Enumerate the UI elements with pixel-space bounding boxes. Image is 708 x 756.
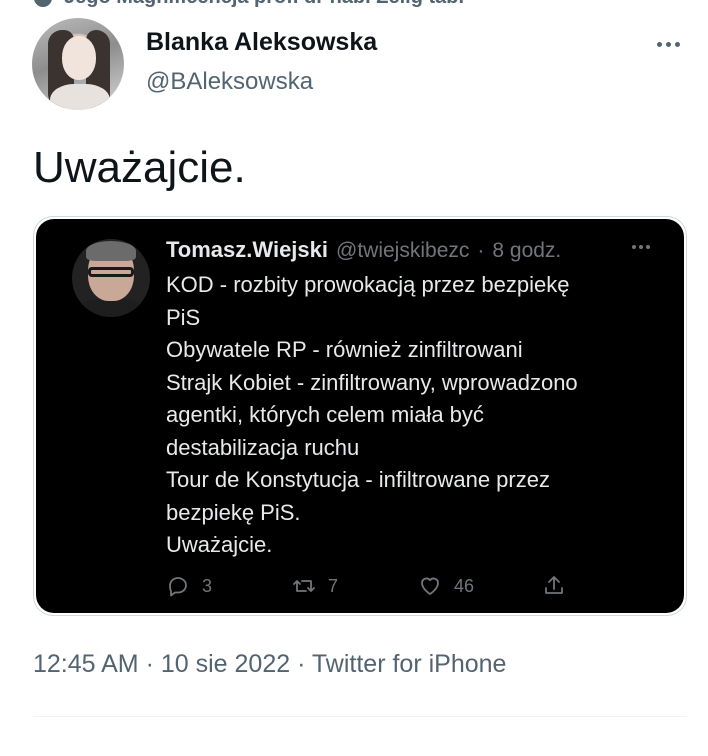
quoted-actions: 3 7 46 bbox=[166, 571, 586, 601]
quoted-line: bezpiekę PiS. bbox=[166, 499, 301, 525]
quoted-header: Tomasz.Wiejski @twiejskibezc · 8 godz. bbox=[166, 237, 664, 267]
author-display-name[interactable]: Blanka Aleksowska bbox=[146, 28, 377, 57]
quoted-line: Uważajcie. bbox=[166, 532, 273, 557]
more-dot-icon bbox=[656, 41, 662, 47]
quoted-line: Strajk Kobiet - zinfiltrowany, wprowadzo… bbox=[166, 369, 578, 395]
quoted-line: KOD - rozbity prowokacją przez bezpiekę bbox=[166, 272, 570, 297]
reply-action: 3 bbox=[166, 571, 212, 601]
quoted-line: Obywatele RP - również zinfiltrowani bbox=[166, 337, 523, 362]
retweet-icon bbox=[293, 580, 315, 592]
retweet-action: 7 bbox=[292, 571, 338, 601]
shield-icon bbox=[34, 0, 52, 7]
like-count: 46 bbox=[454, 575, 475, 596]
reply-count: 3 bbox=[202, 575, 213, 596]
more-dot-icon bbox=[674, 41, 680, 47]
quoted-line: destabilizacja ruchu bbox=[166, 434, 360, 460]
reply-icon bbox=[169, 577, 187, 597]
quoted-name: Tomasz.Wiejski bbox=[166, 237, 329, 262]
quoted-line: agentki, których celem miała być bbox=[166, 402, 484, 427]
quoted-handle: @twiejskibezc bbox=[336, 239, 470, 262]
tweet-date[interactable]: 10 sie 2022 bbox=[161, 650, 290, 678]
retweet-count: 7 bbox=[328, 575, 339, 596]
quoted-avatar bbox=[72, 239, 150, 317]
tweet-time[interactable]: 12:45 AM bbox=[33, 650, 139, 678]
quoted-tweet-card[interactable]: Tomasz.Wiejski @twiejskibezc · 8 godz. K… bbox=[33, 216, 687, 616]
quoted-separator: · bbox=[477, 239, 485, 262]
quoted-more-icon bbox=[632, 245, 650, 249]
avatar[interactable] bbox=[32, 18, 124, 110]
author-header: Blanka Aleksowska @BAleksowska bbox=[32, 18, 688, 110]
social-context-strip[interactable]: Jego Magnificencja prof. dr hab. Zelig t… bbox=[34, 0, 464, 8]
share-action bbox=[542, 571, 566, 601]
more-options-button[interactable] bbox=[650, 32, 686, 56]
quoted-text: KOD - rozbity prowokacją przez bezpiekę … bbox=[166, 269, 666, 562]
share-icon bbox=[545, 576, 563, 594]
divider bbox=[33, 716, 687, 717]
tweet-metadata: 12:45 AM · 10 sie 2022 · Twitter for iPh… bbox=[33, 650, 506, 679]
quoted-time: 8 godz. bbox=[492, 239, 562, 262]
author-handle[interactable]: @BAleksowska bbox=[146, 68, 313, 96]
tweet-page: Jego Magnificencja prof. dr hab. Zelig t… bbox=[0, 0, 708, 756]
more-dot-icon bbox=[665, 41, 671, 47]
quoted-line: PiS bbox=[166, 304, 201, 330]
tweet-source[interactable]: Twitter for iPhone bbox=[312, 650, 507, 678]
tweet-text: Uważajcie. bbox=[33, 143, 246, 192]
quoted-tweet-image: Tomasz.Wiejski @twiejskibezc · 8 godz. K… bbox=[36, 219, 684, 613]
meta-separator: · bbox=[138, 650, 161, 678]
like-action: 46 bbox=[418, 571, 474, 601]
social-context-text: Jego Magnificencja prof. dr hab. Zelig t… bbox=[64, 0, 464, 9]
quoted-line: Tour de Konstytucja - infiltrowane przez bbox=[166, 467, 550, 492]
heart-icon bbox=[421, 577, 439, 595]
meta-separator: · bbox=[290, 650, 312, 678]
